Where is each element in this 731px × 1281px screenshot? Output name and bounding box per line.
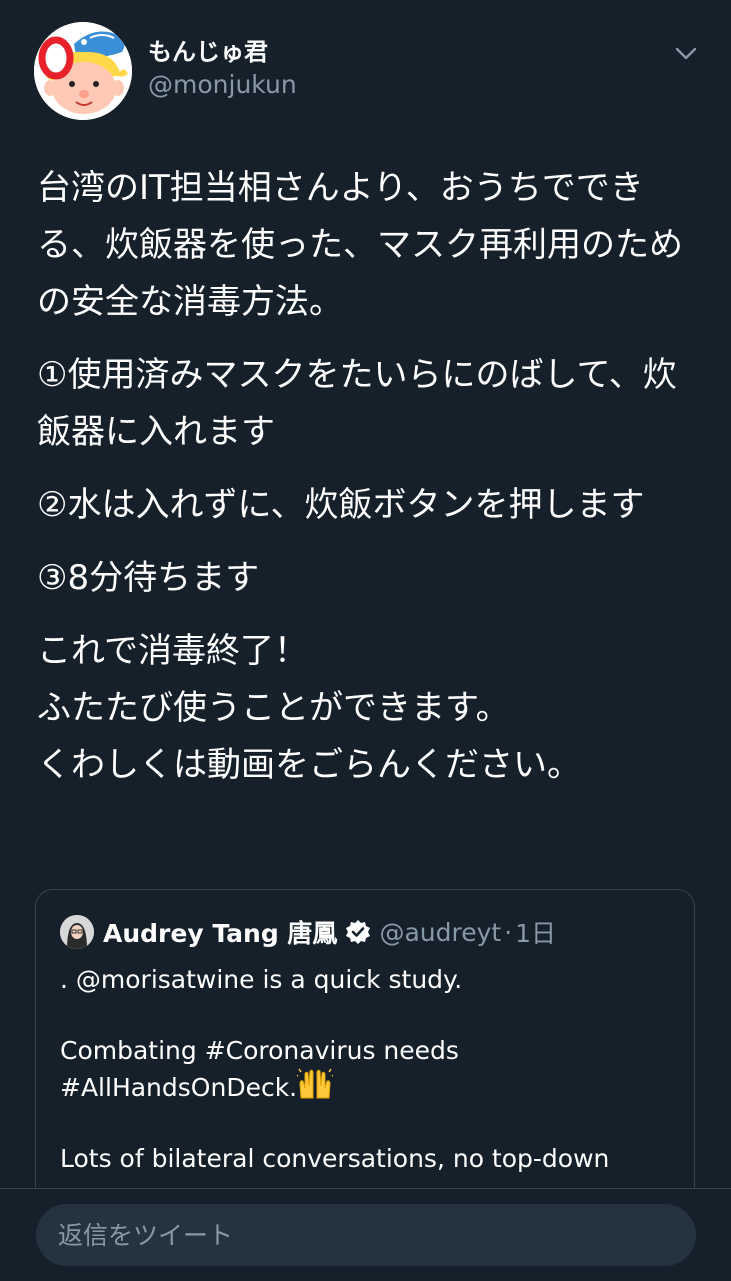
quoted-tweet-paragraph: . @morisatwine is a quick study. [60, 965, 463, 994]
quoted-tweet-paragraph-text: Combating #Coronavirus needs #AllHandsOn… [60, 1036, 459, 1102]
tweet-text: 台湾のIT担当相さんより、おうちでできる、炊飯器を使った、マスク再利用のための安… [37, 160, 697, 810]
tweet-header: もんじゅ君 @monjukun [34, 22, 714, 122]
tweet-paragraph: これで消毒終了！ ふたたび使うことができます。 くわしくは動画をごらんください。 [37, 631, 581, 785]
tweet-paragraph: 台湾のIT担当相さんより、おうちでできる、炊飯器を使った、マスク再利用のための安… [37, 168, 683, 322]
reply-bar [0, 1188, 731, 1281]
tweet-paragraph: ①使用済みマスクをたいらにのばして、炊飯器に入れます [37, 355, 677, 452]
raising-hands-emoji-icon [295, 1068, 335, 1102]
verified-badge-icon [345, 919, 371, 945]
quoted-tweet-time: 1日 [515, 919, 557, 948]
cartoon-character-icon [34, 22, 132, 120]
reply-input[interactable] [36, 1204, 696, 1266]
tweet-detail: もんじゅ君 @monjukun 台湾のIT担当相さんより、おうちでできる、炊飯器… [0, 0, 731, 1188]
quoted-author-handle: @audreyt [379, 917, 502, 947]
quoted-tweet-paragraph: Lots of bilateral conversations, no top-… [60, 1144, 610, 1173]
quoted-author-avatar [60, 915, 94, 949]
author-handle[interactable]: @monjukun [148, 68, 297, 102]
quoted-tweet-header: Audrey Tang 唐鳳 @audreyt · 1日 [60, 914, 556, 950]
quoted-tweet-card[interactable]: Audrey Tang 唐鳳 @audreyt · 1日 . @morisatw… [35, 889, 695, 1188]
separator-dot: · [504, 917, 513, 947]
quoted-author-name: Audrey Tang 唐鳳 [103, 919, 338, 948]
tweet-paragraph: ③8分待ちます [37, 558, 260, 598]
chevron-down-icon[interactable] [672, 40, 700, 68]
author-names: もんじゅ君 @monjukun [148, 36, 297, 102]
author-avatar[interactable] [34, 22, 132, 120]
author-display-name[interactable]: もんじゅ君 [148, 36, 297, 68]
quoted-tweet-text: . @morisatwine is a quick study. Combati… [60, 962, 670, 1188]
quoted-tweet-paragraph: Combating #Coronavirus needs #AllHandsOn… [60, 1033, 670, 1105]
tweet-paragraph: ②水は入れずに、炊飯ボタンを押します [37, 485, 645, 525]
